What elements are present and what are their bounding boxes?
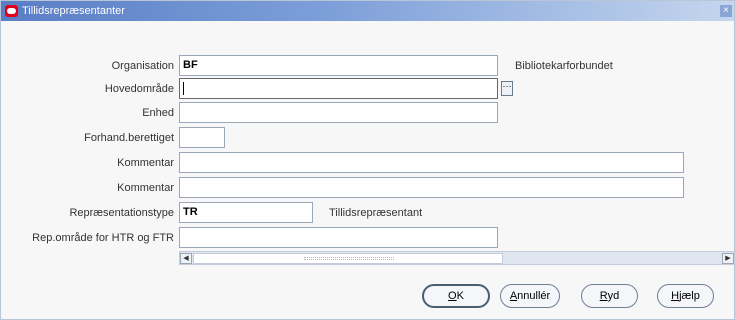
hjaelp-mnemonic: H: [671, 290, 680, 302]
text-caret: [183, 82, 184, 95]
window-title: Tillidsrepræsentanter: [22, 5, 125, 17]
dialog-window: Tillidsrepræsentanter × Organisation BF …: [0, 0, 735, 320]
hovedomraade-label: Hovedområde: [104, 83, 174, 95]
kommentar-2-field[interactable]: [179, 177, 684, 198]
ryd-mnemonic: R: [599, 290, 608, 302]
kommentar-1-label: Kommentar: [117, 157, 174, 169]
repraesentationstype-label: Repræsentationstype: [69, 207, 174, 219]
list-of-values-button[interactable]: ···: [501, 81, 513, 96]
organisation-description: Bibliotekarforbundet: [515, 60, 613, 72]
hjaelp-label-rest: jælp: [679, 290, 700, 302]
ryd-button[interactable]: Ryd: [581, 284, 638, 308]
forhand-field[interactable]: [179, 127, 225, 148]
kommentar-1-field[interactable]: [179, 152, 684, 173]
ok-button[interactable]: OK: [422, 284, 490, 308]
repraesentationstype-field[interactable]: TR: [179, 202, 313, 223]
scroll-right-icon[interactable]: ▶: [722, 253, 734, 264]
kommentar-2-label: Kommentar: [117, 182, 174, 194]
hovedomraade-field[interactable]: [179, 78, 498, 99]
scrollbar-grip: [304, 257, 394, 260]
ok-mnemonic: O: [448, 290, 457, 302]
annuller-label-rest: nnullér: [517, 290, 551, 302]
ryd-label-rest: yd: [607, 290, 620, 302]
title-bar[interactable]: Tillidsrepræsentanter ×: [1, 1, 734, 21]
repraesentationstype-description: Tillidsrepræsentant: [329, 207, 423, 219]
annuller-button[interactable]: Annullér: [500, 284, 560, 308]
enhed-field[interactable]: [179, 102, 498, 123]
organisation-label: Organisation: [111, 60, 174, 72]
repomraade-label: Rep.område for HTR og FTR: [32, 232, 174, 244]
organisation-field[interactable]: BF: [179, 55, 498, 76]
horizontal-scrollbar[interactable]: ◀ ▶: [179, 251, 735, 265]
scroll-left-icon[interactable]: ◀: [180, 253, 192, 264]
oracle-app-icon: [5, 5, 18, 17]
repomraade-field[interactable]: [179, 227, 498, 248]
hjaelp-button[interactable]: Hjælp: [657, 284, 714, 308]
close-icon[interactable]: ×: [720, 5, 732, 17]
ok-label-rest: K: [456, 290, 464, 302]
forhand-label: Forhand.berettiget: [84, 132, 174, 144]
enhed-label: Enhed: [142, 107, 174, 119]
scrollbar-thumb[interactable]: [193, 253, 503, 264]
